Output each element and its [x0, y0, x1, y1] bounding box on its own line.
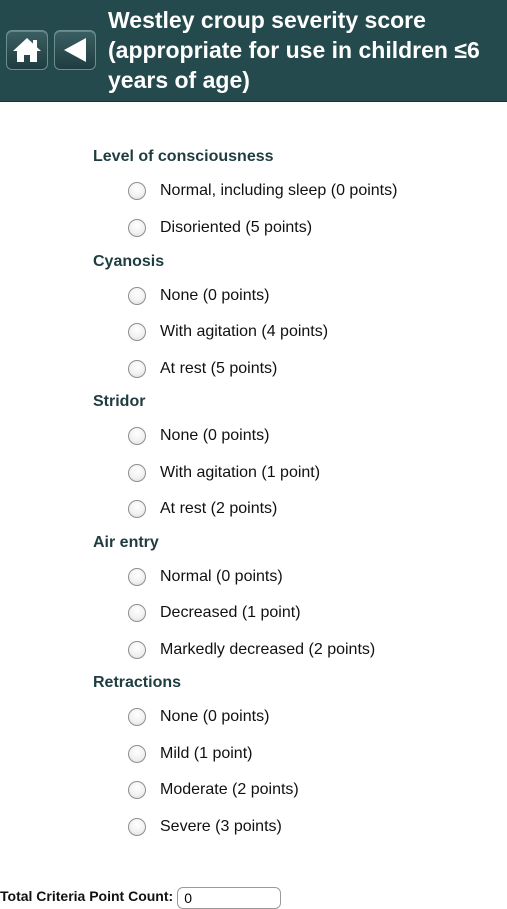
radio-button[interactable]	[128, 427, 146, 445]
option-retractions-moderate[interactable]: Moderate (2 points)	[128, 776, 299, 804]
radio-button[interactable]	[128, 182, 146, 200]
total-points-field[interactable]	[177, 887, 282, 909]
option-retractions-severe[interactable]: Severe (3 points)	[128, 813, 282, 841]
option-label: With agitation (1 point)	[160, 464, 321, 481]
section-title-consciousness: Level of consciousness	[93, 148, 274, 165]
radio-button[interactable]	[128, 464, 146, 482]
option-label: Decreased (1 point)	[160, 604, 301, 621]
section-title-cyanosis: Cyanosis	[93, 253, 165, 270]
header-bar: Westley croup severity score (appropriat…	[0, 0, 507, 102]
option-air-entry-markedly-decreased[interactable]: Markedly decreased (2 points)	[128, 636, 375, 664]
option-consciousness-disoriented[interactable]: Disoriented (5 points)	[128, 214, 312, 242]
option-label: Normal, including sleep (0 points)	[160, 182, 398, 199]
option-consciousness-normal[interactable]: Normal, including sleep (0 points)	[128, 177, 397, 205]
option-label: Severe (3 points)	[160, 818, 282, 835]
option-label: At rest (2 points)	[160, 500, 278, 517]
home-button[interactable]	[6, 30, 48, 70]
radio-button[interactable]	[128, 287, 146, 305]
section-title-retractions: Retractions	[93, 674, 182, 691]
total-label: Total Criteria Point Count:	[0, 888, 174, 904]
radio-button[interactable]	[128, 818, 146, 836]
radio-button[interactable]	[128, 745, 146, 763]
option-retractions-mild[interactable]: Mild (1 point)	[128, 740, 252, 768]
option-label: Moderate (2 points)	[160, 781, 299, 798]
option-label: Disoriented (5 points)	[160, 219, 313, 236]
option-stridor-agitation[interactable]: With agitation (1 point)	[128, 459, 320, 487]
option-air-entry-normal[interactable]: Normal (0 points)	[128, 563, 283, 591]
option-cyanosis-agitation[interactable]: With agitation (4 points)	[128, 318, 328, 346]
option-label: Markedly decreased (2 points)	[160, 641, 376, 658]
radio-button[interactable]	[128, 708, 146, 726]
option-label: Mild (1 point)	[160, 745, 253, 762]
option-label: None (0 points)	[160, 708, 270, 725]
back-arrow-icon	[64, 38, 86, 62]
home-icon	[13, 38, 41, 62]
section-title-stridor: Stridor	[93, 393, 146, 410]
option-stridor-rest[interactable]: At rest (2 points)	[128, 495, 277, 523]
back-button[interactable]	[54, 30, 96, 70]
radio-button[interactable]	[128, 500, 146, 518]
option-label: None (0 points)	[160, 287, 270, 304]
total-row: Total Criteria Point Count:	[0, 886, 282, 909]
radio-button[interactable]	[128, 641, 146, 659]
option-label: None (0 points)	[160, 427, 270, 444]
option-air-entry-decreased[interactable]: Decreased (1 point)	[128, 599, 301, 627]
radio-button[interactable]	[128, 323, 146, 341]
radio-button[interactable]	[128, 568, 146, 586]
option-label: With agitation (4 points)	[160, 323, 329, 340]
radio-button[interactable]	[128, 781, 146, 799]
option-label: Normal (0 points)	[160, 568, 283, 585]
section-title-air-entry: Air entry	[93, 534, 159, 551]
option-cyanosis-none[interactable]: None (0 points)	[128, 282, 269, 310]
option-stridor-none[interactable]: None (0 points)	[128, 422, 269, 450]
option-retractions-none[interactable]: None (0 points)	[128, 703, 269, 731]
option-label: At rest (5 points)	[160, 360, 278, 377]
radio-button[interactable]	[128, 219, 146, 237]
page-title: Westley croup severity score (appropriat…	[108, 7, 480, 93]
option-cyanosis-rest[interactable]: At rest (5 points)	[128, 355, 277, 383]
radio-button[interactable]	[128, 360, 146, 378]
radio-button[interactable]	[128, 604, 146, 622]
